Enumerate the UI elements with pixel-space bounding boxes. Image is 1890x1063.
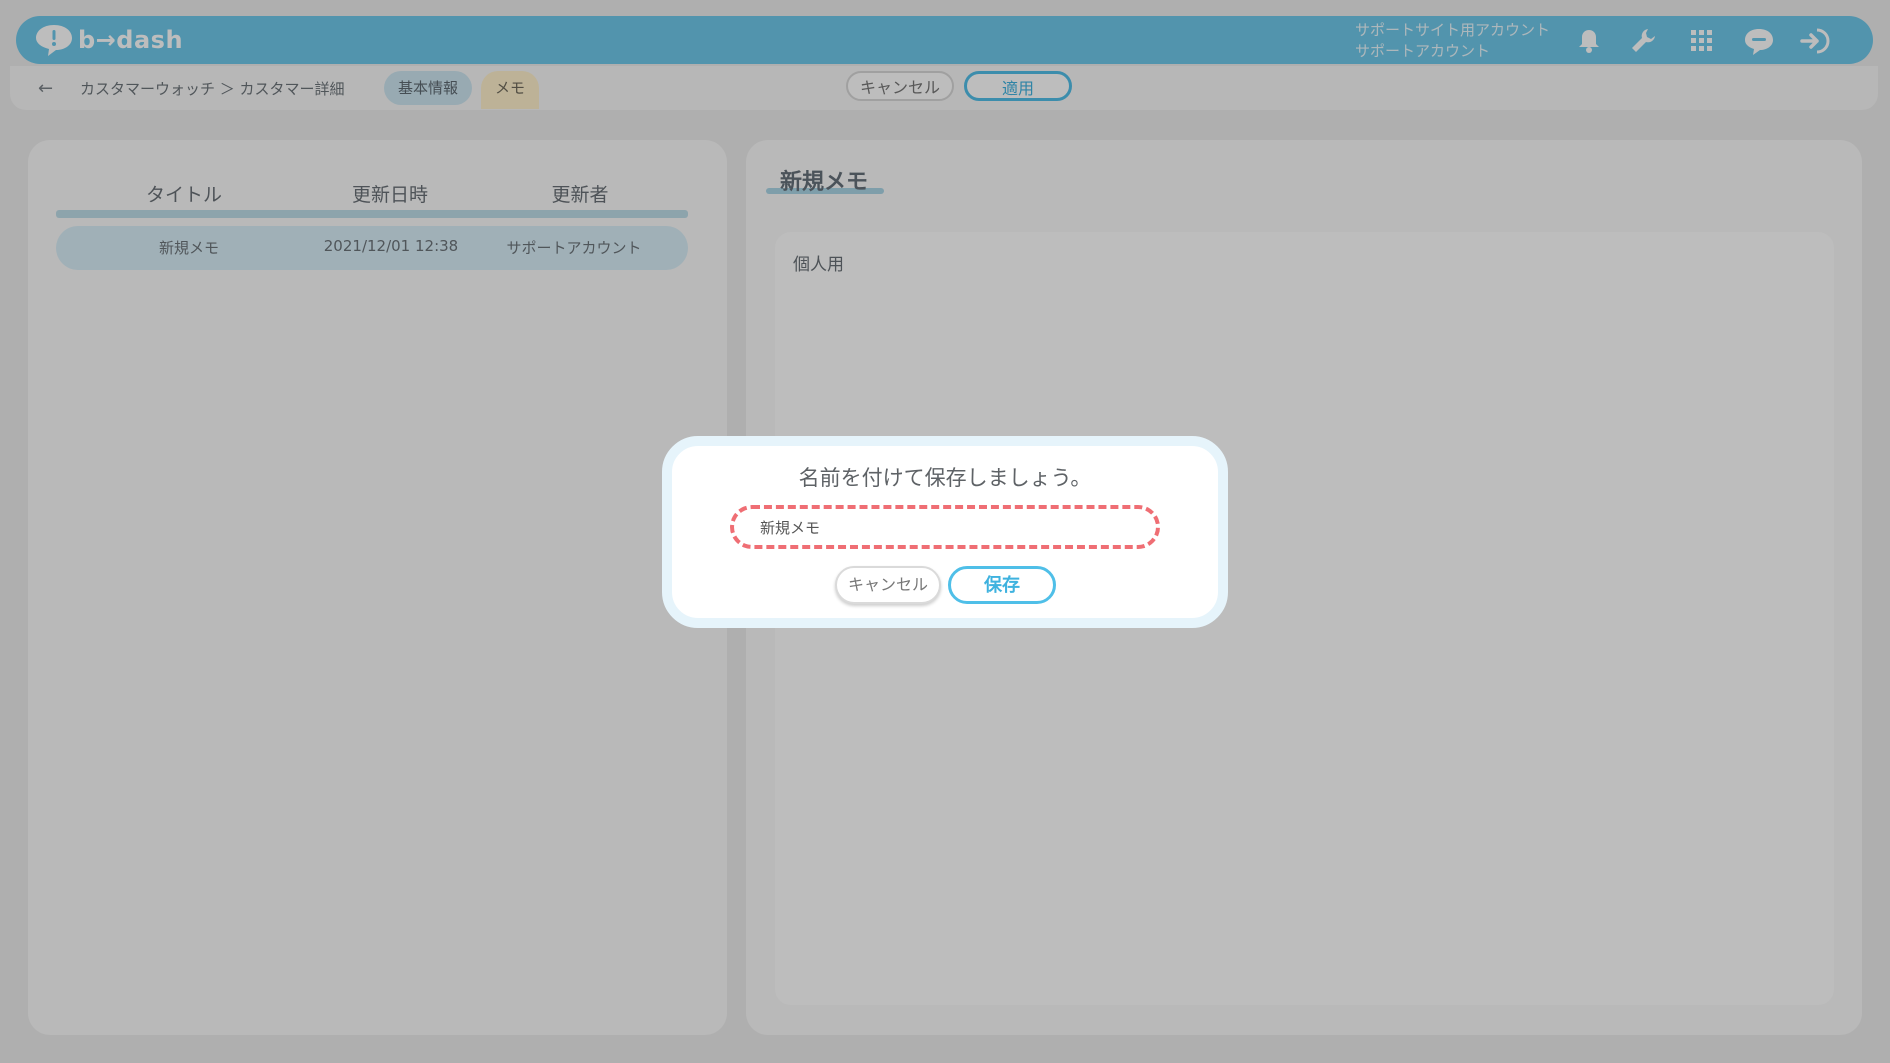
dialog-save-button[interactable]: 保存 — [948, 566, 1056, 604]
dialog-cancel-button[interactable]: キャンセル — [835, 566, 941, 604]
memo-name-input[interactable] — [730, 505, 1160, 549]
dialog-message: 名前を付けて保存しましょう。 — [798, 466, 1092, 490]
